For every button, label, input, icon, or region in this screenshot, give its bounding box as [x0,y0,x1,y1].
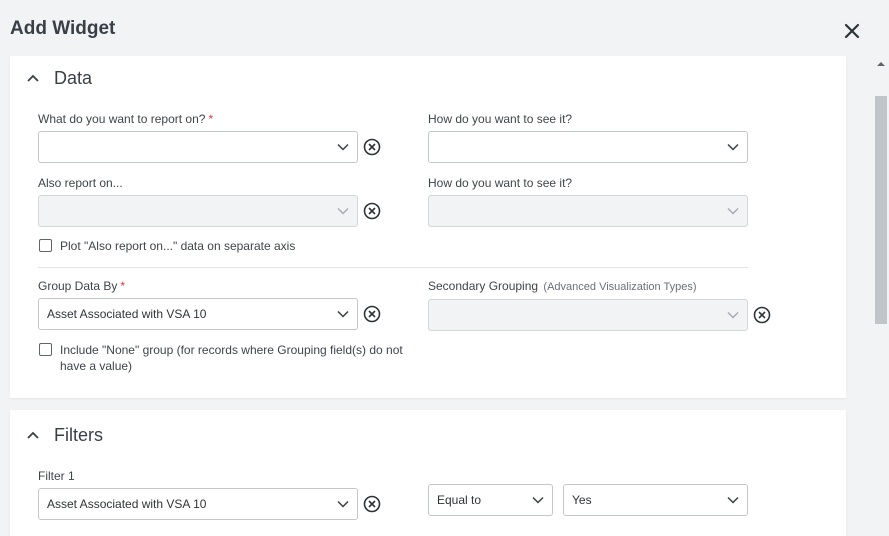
plot-separate-label: Plot "Also report on..." data on separat… [60,239,296,253]
chevron-up-icon [27,74,39,82]
close-icon[interactable] [842,21,862,41]
group-by-select[interactable]: Asset Associated with VSA 10 [38,298,358,330]
data-section: Data What do you want to report on? * How… [10,56,846,398]
filters-section: Filters Filter 1 Asset Associated with V… [10,410,846,536]
vertical-scrollbar[interactable] [873,56,889,536]
chevron-down-icon [337,207,349,215]
dialog-title: Add Widget [10,18,116,39]
filters-section-toggle[interactable]: Filters [26,423,103,447]
clear-secondary-icon[interactable] [753,306,771,324]
see-it-label-1: How do you want to see it? [428,112,573,126]
clear-report-on-icon[interactable] [363,138,381,156]
see-it-select-2[interactable] [428,195,748,227]
chevron-down-icon [532,496,544,504]
dialog-header: Add Widget [0,0,889,56]
scroll-up-arrow-icon[interactable] [877,60,885,68]
group-by-label: Group Data By * [38,279,126,293]
clear-group-by-icon[interactable] [363,305,381,323]
filters-section-title: Filters [54,424,103,445]
chevron-down-icon [727,496,739,504]
chevron-down-icon [727,143,739,151]
chevron-down-icon [337,500,349,508]
section-divider [38,267,748,268]
also-report-select[interactable] [38,195,358,227]
clear-filter-1-icon[interactable] [363,495,381,513]
scrollbar-thumb[interactable] [875,96,887,324]
see-it-select-1[interactable] [428,131,748,163]
include-none-label: Include "None" group (for records where … [60,343,403,373]
chevron-down-icon [337,143,349,151]
data-section-toggle[interactable]: Data [26,66,92,90]
plot-separate-checkbox[interactable] [39,239,52,252]
secondary-grouping-select[interactable] [428,299,748,331]
see-it-label-2: How do you want to see it? [428,176,573,190]
filter-1-label: Filter 1 [38,469,75,483]
data-section-title: Data [54,67,93,88]
secondary-grouping-label: Secondary Grouping (Advanced Visualizati… [428,279,697,293]
include-none-checkbox[interactable] [39,343,52,356]
chevron-down-icon [727,207,739,215]
report-on-label: What do you want to report on? * [38,112,214,126]
filter-1-operator-select[interactable]: Equal to [428,484,553,516]
chevron-down-icon [727,311,739,319]
chevron-down-icon [337,310,349,318]
filter-1-field-select[interactable]: Asset Associated with VSA 10 [38,488,358,520]
report-on-select[interactable] [38,131,358,163]
clear-also-report-icon[interactable] [363,202,381,220]
filter-1-value-select[interactable]: Yes [563,484,748,516]
chevron-up-icon [27,431,39,439]
dialog-body: Data What do you want to report on? * How… [0,56,889,536]
also-report-label: Also report on... [38,176,123,190]
